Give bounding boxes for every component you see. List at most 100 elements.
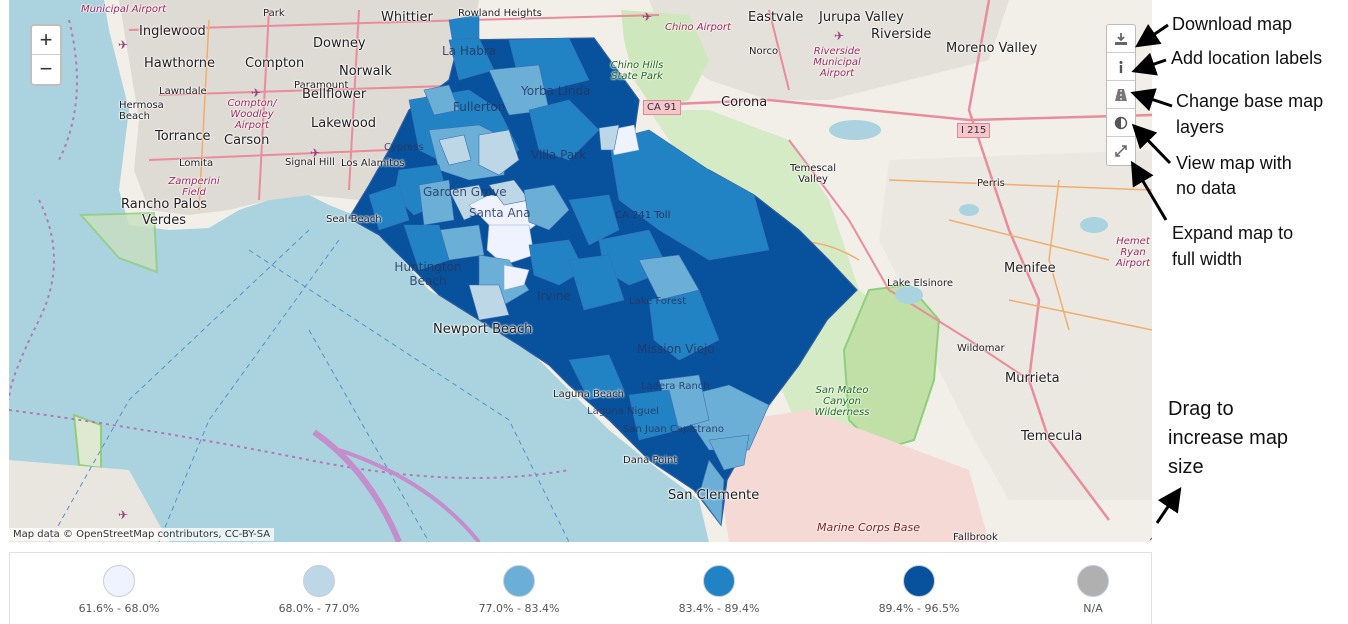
map-toolbar [1106, 24, 1136, 166]
place-label: Mission Viejo [637, 342, 715, 356]
legend-swatch [503, 565, 535, 597]
legend-swatch [703, 565, 735, 597]
place-label: Lawndale [159, 86, 207, 97]
place-label: Menifee [1004, 261, 1056, 276]
annotation-no-data-line1: View map with [1176, 153, 1292, 173]
legend-label: N/A [1083, 602, 1103, 615]
location-labels-button[interactable] [1107, 53, 1135, 81]
legend-label: 61.6% - 68.0% [78, 602, 160, 615]
place-label: San Clemente [668, 488, 760, 503]
place-label: Ladera Ranch [641, 381, 710, 392]
annotation-base-map-line1: Change base map [1176, 91, 1324, 111]
place-label: Whittier [381, 10, 433, 25]
annotation-no-data-line2: no data [1176, 178, 1237, 198]
place-label: Chino Hills State Park [610, 60, 664, 82]
legend-item: N/A [1033, 565, 1153, 615]
place-label: Norco [749, 46, 779, 57]
place-label: Lake Forest [629, 296, 687, 307]
annotation-expand-line1: Expand map to [1172, 223, 1294, 243]
place-label: Temescal Valley [789, 163, 837, 185]
zoom-in-button[interactable]: + [32, 26, 60, 55]
expand-map-button[interactable] [1107, 137, 1135, 165]
annotation-drag-line1: Drag to [1168, 398, 1234, 420]
map-canvas[interactable]: Municipal Airport Inglewood Hawthorne La… [9, 0, 1152, 542]
place-label: Villa Park [531, 148, 587, 162]
place-label: Moreno Valley [946, 41, 1038, 56]
place-label: Downey [313, 36, 366, 51]
legend-swatch [303, 565, 335, 597]
base-map-layer [9, 0, 1152, 542]
place-label: Temecula [1021, 429, 1083, 444]
place-label: Municipal Airport [81, 4, 167, 15]
place-label: Eastvale [748, 10, 804, 25]
place-label: Compton/ Woodley Airport [227, 98, 277, 131]
place-label: Newport Beach [433, 322, 533, 337]
place-label: Inglewood [139, 24, 206, 39]
airport-icon: ✈ [118, 38, 129, 52]
annotation-drag-line3: size [1168, 456, 1204, 478]
resize-handle-icon[interactable] [1147, 527, 1152, 541]
info-icon [1119, 60, 1123, 73]
legend-swatch [1077, 565, 1109, 597]
place-label: Corona [721, 95, 768, 110]
map-legend: 61.6% - 68.0% 68.0% - 77.0% 77.0% - 83.4… [9, 552, 1152, 624]
airport-icon: ✈ [251, 86, 262, 100]
road-icon [1115, 88, 1127, 101]
place-label: Lomita [179, 158, 214, 169]
place-label: San Mateo Canyon Wilderness [814, 385, 870, 418]
legend-swatch [903, 565, 935, 597]
place-label: Rowland Heights [458, 8, 542, 19]
annotation-drag-line2: increase map [1168, 427, 1289, 449]
place-label: Huntington Beach [394, 260, 462, 288]
highway-shield: CA 241 Toll [615, 210, 671, 221]
highway-shield: I 215 [957, 123, 991, 138]
place-label: Laguna Niguel [587, 406, 659, 417]
place-label: Park [263, 8, 285, 19]
zoom-control: + − [30, 24, 62, 86]
place-label: La Habra [442, 44, 497, 58]
annotation-location-labels: Add location labels [1171, 48, 1323, 68]
annotation-expand-line2: full width [1172, 249, 1243, 269]
legend-label: 89.4% - 96.5% [878, 602, 960, 615]
place-label: Zamperini Field [168, 176, 220, 198]
airport-icon: ✈ [310, 146, 321, 160]
annotation-download: Download map [1172, 14, 1293, 34]
place-label: Riverside [871, 27, 932, 42]
base-map-layers-button[interactable] [1107, 81, 1135, 109]
download-map-button[interactable] [1107, 25, 1135, 53]
place-label: Compton [245, 56, 305, 71]
place-label: Irvine [537, 289, 571, 303]
airport-icon: ✈ [834, 29, 845, 43]
place-label: Perris [977, 178, 1005, 189]
place-label: Rancho Palos Verdes [121, 197, 207, 228]
expand-arrows-icon [1115, 145, 1127, 157]
annotation-base-map-line2: layers [1176, 117, 1225, 137]
legend-item: 77.0% - 83.4% [459, 565, 579, 615]
airport-icon: ✈ [642, 10, 653, 24]
place-label: Seal Beach [326, 214, 382, 225]
place-label: Fullerton [453, 100, 506, 114]
legend-item: 89.4% - 96.5% [859, 565, 979, 615]
place-label: Bellflower [302, 87, 367, 102]
legend-item: 68.0% - 77.0% [259, 565, 379, 615]
half-circle-icon [1114, 116, 1128, 129]
place-label: Hermosa Beach [119, 100, 164, 122]
place-label: Hawthorne [144, 56, 216, 71]
legend-label: 77.0% - 83.4% [478, 602, 560, 615]
legend-item: 61.6% - 68.0% [59, 565, 179, 615]
place-label: Santa Ana [469, 206, 531, 220]
place-label: Jurupa Valley [819, 10, 904, 25]
place-label: Fallbrook [953, 532, 998, 542]
no-data-view-button[interactable] [1107, 109, 1135, 137]
place-label: Torrance [155, 129, 211, 144]
legend-swatch [103, 565, 135, 597]
place-label: Cypress [384, 142, 424, 153]
place-label: Murrieta [1005, 371, 1060, 386]
place-label: Riverside Municipal Airport [813, 46, 861, 79]
legend-label: 83.4% - 89.4% [678, 602, 760, 615]
zoom-out-button[interactable]: − [32, 55, 60, 84]
place-label: Lake Elsinore [887, 278, 954, 289]
place-label: Hemet Ryan Airport [1115, 236, 1151, 269]
download-icon [1115, 32, 1127, 45]
place-label: Los Alamitos [341, 158, 405, 169]
